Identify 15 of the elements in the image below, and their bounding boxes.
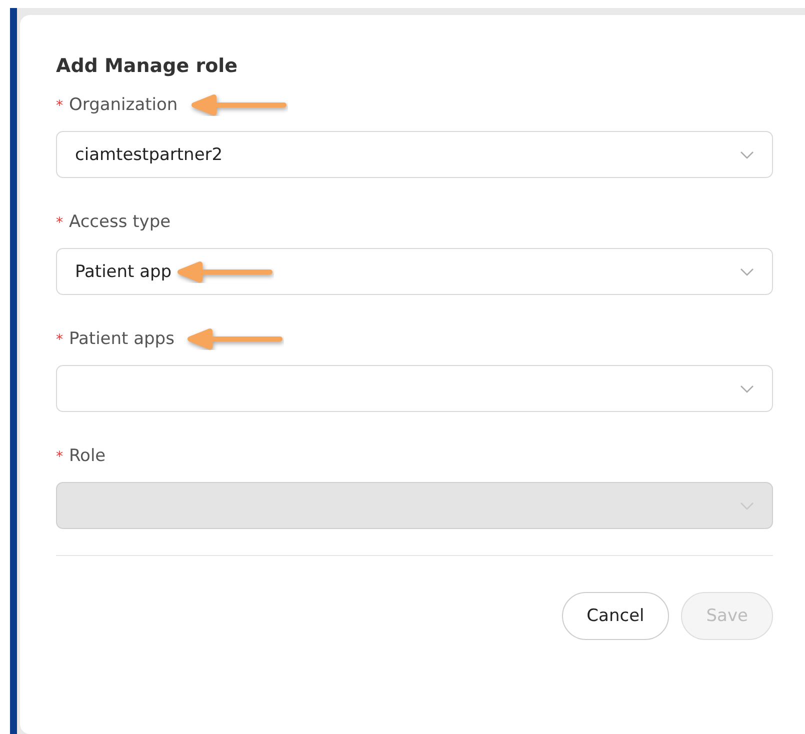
chevron-down-icon	[740, 268, 754, 276]
select-value: ciamtestpartner2	[75, 144, 223, 164]
cancel-button[interactable]: Cancel	[562, 592, 670, 640]
dialog-title: Add Manage role	[56, 55, 239, 77]
chevron-down-icon	[740, 150, 754, 158]
select-value: Patient app	[75, 262, 172, 282]
chevron-down-icon	[740, 384, 754, 392]
chevron-down-icon	[740, 502, 754, 510]
select-field[interactable]: ciamtestpartner2	[56, 131, 773, 178]
field-label: * Patient apps	[56, 329, 174, 349]
select-field[interactable]	[56, 365, 773, 412]
field-label: * Role	[56, 446, 106, 466]
field-label: * Organization	[56, 95, 178, 115]
field-label: * Access type	[56, 212, 171, 232]
select-field[interactable]: Patient app	[56, 248, 773, 295]
